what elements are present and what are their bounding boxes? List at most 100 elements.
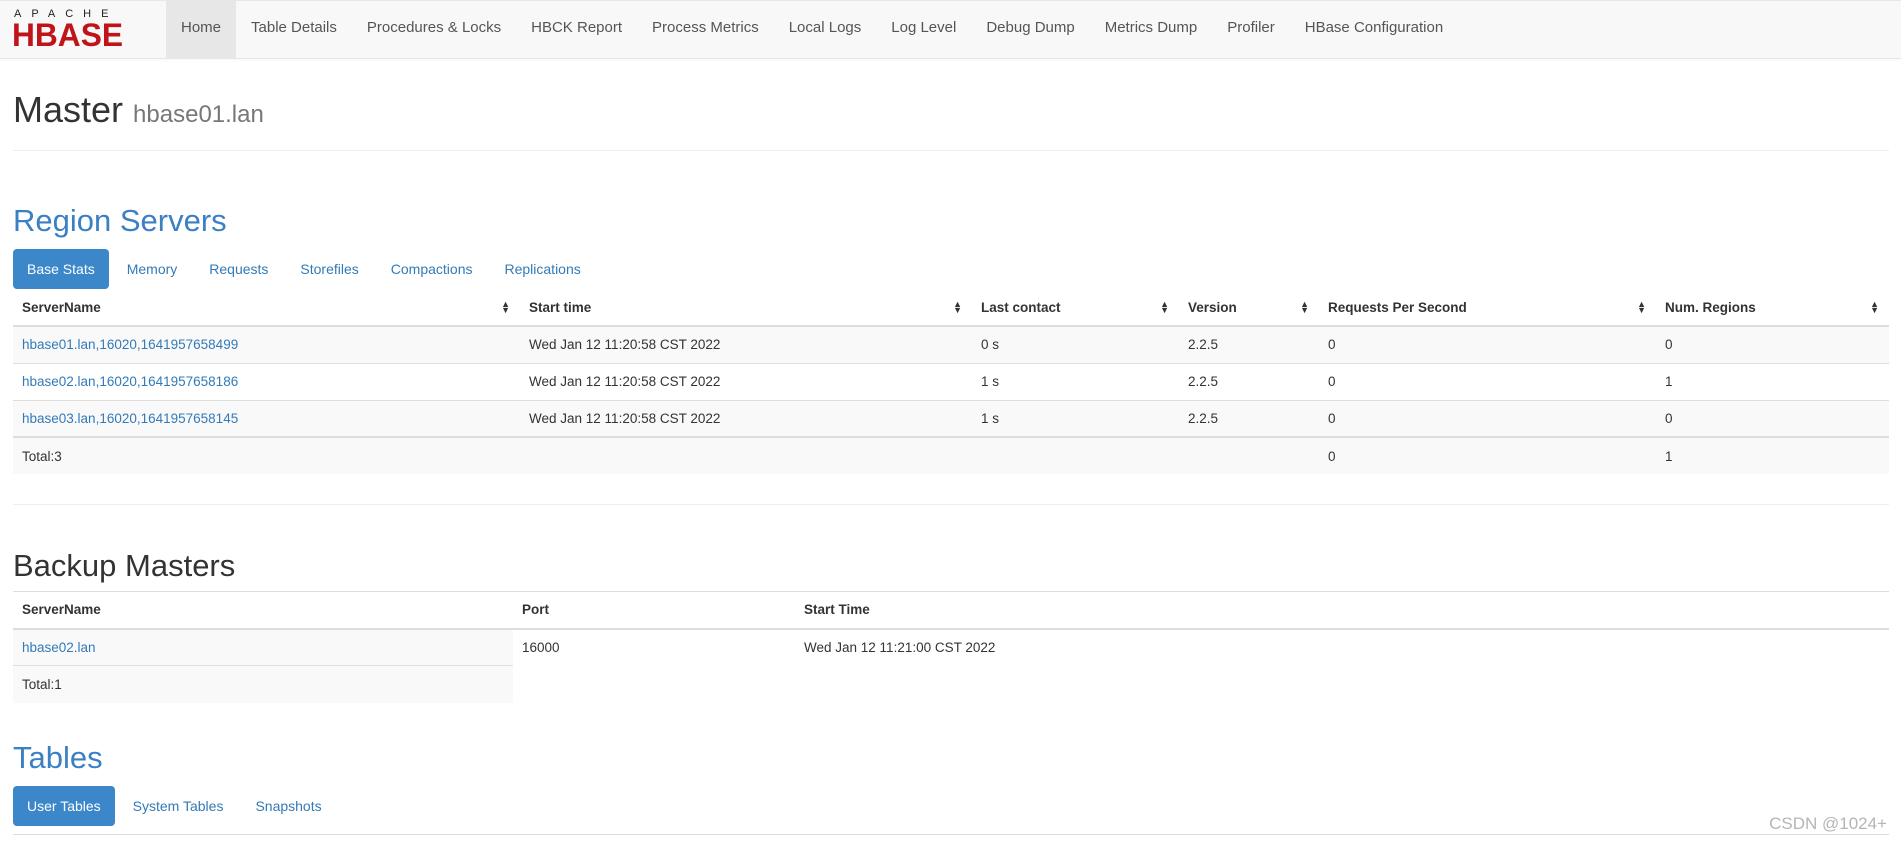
server-link[interactable]: hbase02.lan [22,640,96,655]
sort-icon[interactable]: ▲ ▼ [501,300,510,315]
tab-requests[interactable]: Requests [195,249,282,289]
logo-apache-text: APACHE [14,8,119,20]
tables-heading: Tables [13,740,103,775]
nav-home[interactable]: Home [166,1,237,58]
tables-tabs: User Tables System Tables Snapshots [13,786,340,826]
regions-cell: 0 [1656,325,1889,363]
last-contact-cell: 1 s [972,399,1179,437]
col-header-start-time[interactable]: Start time ▲ ▼ [520,289,972,327]
server-link-cell: hbase01.lan,16020,1641957658499 [13,325,520,363]
table-row: hbase02.lan 16000 Wed Jan 12 11:21:00 CS… [13,628,1889,666]
start-time-cell: Wed Jan 12 11:20:58 CST 2022 [520,325,972,363]
nav-debug-dump[interactable]: Debug Dump [971,1,1089,58]
nav-procedures-locks[interactable]: Procedures & Locks [352,1,516,58]
sort-icon[interactable]: ▲ ▼ [953,300,962,315]
total-requests: 0 [1319,436,1656,474]
col-header-requests-per-second[interactable]: Requests Per Second ▲ ▼ [1319,289,1656,327]
table-row: hbase03.lan,16020,1641957658145 Wed Jan … [13,399,1889,437]
tables-tab-divider [13,834,1889,835]
start-time-cell: Wed Jan 12 11:20:58 CST 2022 [520,362,972,400]
version-cell: 2.2.5 [1179,362,1319,400]
main-nav: Home Table Details Procedures & Locks HB… [166,1,1458,58]
section-divider [13,504,1889,505]
start-time-cell: Wed Jan 12 11:20:58 CST 2022 [520,399,972,437]
nav-log-level[interactable]: Log Level [876,1,971,58]
col-header-version[interactable]: Version ▲ ▼ [1179,289,1319,327]
total-regions: 1 [1656,436,1889,474]
nav-metrics-dump[interactable]: Metrics Dump [1090,1,1213,58]
nav-local-logs[interactable]: Local Logs [774,1,877,58]
tab-system-tables[interactable]: System Tables [119,786,238,826]
region-servers-tabs: Base Stats Memory Requests Storefiles Co… [13,249,599,289]
master-host: hbase01.lan [133,101,264,128]
col-header-num-regions[interactable]: Num. Regions ▲ ▼ [1656,289,1889,327]
hbase-logo[interactable]: APACHE HBASE [12,8,152,50]
server-link[interactable]: hbase02.lan,16020,1641957658186 [22,374,238,389]
total-row: Total:3 0 1 [13,436,1889,474]
sort-icon[interactable]: ▲ ▼ [1300,300,1309,315]
nav-process-metrics[interactable]: Process Metrics [637,1,774,58]
empty-cell [972,436,1179,474]
col-header-label: Num. Regions [1665,299,1756,315]
sort-icon[interactable]: ▲ ▼ [1160,300,1169,315]
region-servers-table: ServerName ▲ ▼ Start time ▲ ▼ Last contact ▲ ▼… [13,289,1889,474]
total-label: Total:1 [13,665,513,703]
tab-user-tables[interactable]: User Tables [13,786,115,826]
tab-storefiles[interactable]: Storefiles [286,249,372,289]
nav-table-details[interactable]: Table Details [236,1,352,58]
region-servers-heading: Region Servers [13,203,227,238]
table-row: hbase02.lan,16020,1641957658186 Wed Jan … [13,362,1889,400]
requests-cell: 0 [1319,325,1656,363]
start-time-cell: Wed Jan 12 11:21:00 CST 2022 [795,628,1889,666]
sort-icon[interactable]: ▲ ▼ [1637,300,1646,315]
col-header-last-contact[interactable]: Last contact ▲ ▼ [972,289,1179,327]
backup-masters-heading: Backup Masters [13,548,236,583]
tab-snapshots[interactable]: Snapshots [241,786,335,826]
col-header-port: Port [513,591,795,630]
requests-cell: 0 [1319,362,1656,400]
tab-memory[interactable]: Memory [113,249,192,289]
page-title-text: Master [13,89,124,130]
nav-profiler[interactable]: Profiler [1212,1,1290,58]
server-link-cell: hbase02.lan,16020,1641957658186 [13,362,520,400]
nav-hbck-report[interactable]: HBCK Report [516,1,637,58]
last-contact-cell: 1 s [972,362,1179,400]
col-header-servername[interactable]: ServerName ▲ ▼ [13,289,520,327]
col-header-start-time: Start Time [795,591,1889,630]
empty-cell [795,666,1889,703]
col-header-servername: ServerName [13,591,513,630]
col-header-label: Last contact [981,299,1061,315]
empty-cell [1179,436,1319,474]
version-cell: 2.2.5 [1179,325,1319,363]
empty-cell [513,666,795,703]
regions-cell: 1 [1656,362,1889,400]
nav-hbase-configuration[interactable]: HBase Configuration [1290,1,1458,58]
col-header-label: Version [1188,299,1237,315]
total-row: Total:1 [13,665,1889,703]
backup-masters-table: ServerName Port Start Time hbase02.lan 1… [13,591,1889,703]
tab-compactions[interactable]: Compactions [377,249,487,289]
server-link-cell: hbase03.lan,16020,1641957658145 [13,399,520,437]
requests-cell: 0 [1319,399,1656,437]
svg-text:HBASE: HBASE [12,20,123,50]
regions-cell: 0 [1656,399,1889,437]
page-header: Master hbase01.lan [13,89,1889,151]
last-contact-cell: 0 s [972,325,1179,363]
col-header-label: Requests Per Second [1328,299,1467,315]
col-header-label: Start time [529,299,592,315]
top-navbar: APACHE HBASE Home Table Details Procedur… [0,0,1901,59]
tab-replications[interactable]: Replications [490,249,594,289]
logo-hbase-wordmark: HBASE [12,20,123,50]
page-title: Master hbase01.lan [13,89,264,131]
version-cell: 2.2.5 [1179,399,1319,437]
server-link[interactable]: hbase01.lan,16020,1641957658499 [22,337,238,352]
tab-base-stats[interactable]: Base Stats [13,249,109,289]
table-header-row: ServerName ▲ ▼ Start time ▲ ▼ Last contact ▲ ▼… [13,289,1889,327]
table-row: hbase01.lan,16020,1641957658499 Wed Jan … [13,325,1889,363]
table-header-row: ServerName Port Start Time [13,591,1889,630]
server-link[interactable]: hbase03.lan,16020,1641957658145 [22,411,238,426]
total-label: Total:3 [13,436,520,474]
watermark: CSDN @1024+ [1769,814,1887,833]
sort-icon[interactable]: ▲ ▼ [1870,300,1879,315]
empty-cell [520,436,972,474]
